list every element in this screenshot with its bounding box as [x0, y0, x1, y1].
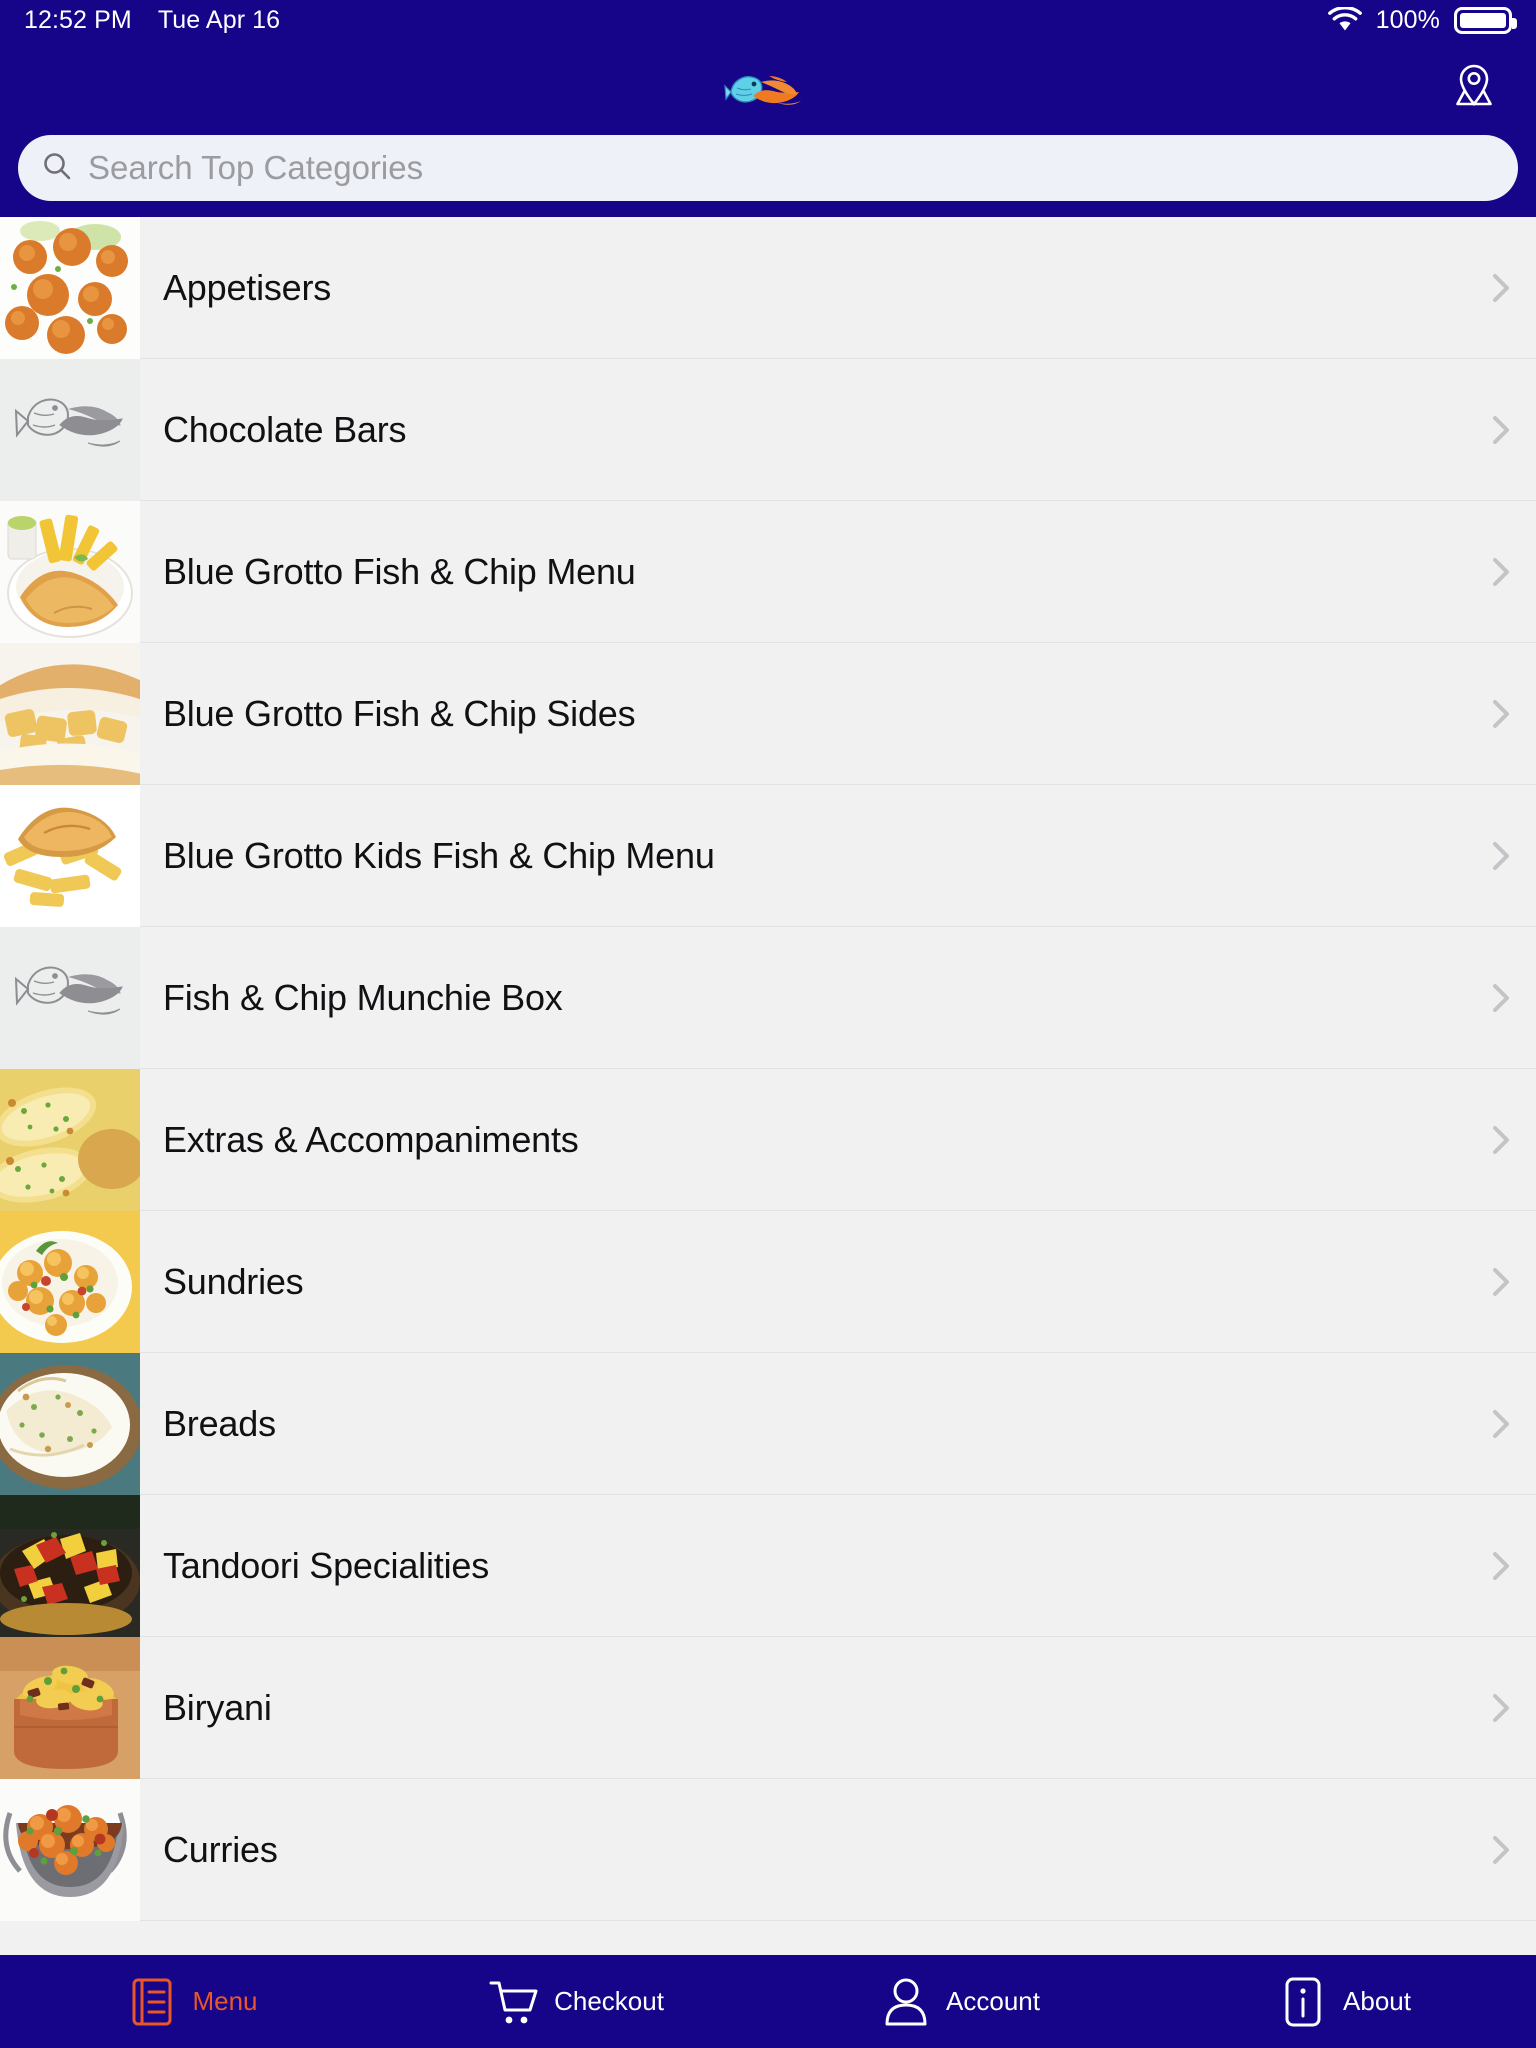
chevron-right-icon — [1466, 1830, 1536, 1870]
bottom-tab-bar: Menu Checkout Account About — [0, 1955, 1536, 2048]
list-item[interactable]: Appetisers — [0, 217, 1536, 359]
search-input[interactable] — [88, 149, 1494, 187]
chevron-right-icon — [1466, 1120, 1536, 1160]
tab-label: About — [1343, 1986, 1411, 2016]
list-item-label: Extras & Accompaniments — [163, 1118, 579, 1160]
list-item-label: Tandoori Specialities — [163, 1544, 489, 1586]
tab-account[interactable]: Account — [768, 1955, 1152, 2048]
fish-and-chips-logo — [723, 58, 813, 118]
chevron-right-icon — [1466, 836, 1536, 876]
chevron-right-icon — [1466, 978, 1536, 1018]
list-item[interactable]: Biryani — [0, 1636, 1536, 1779]
search-icon — [42, 151, 72, 186]
list-item[interactable]: Extras & Accompaniments — [0, 1068, 1536, 1211]
onion-bhaji-photo — [0, 217, 140, 359]
list-item[interactable]: Blue Grotto Fish & Chip Sides — [0, 642, 1536, 785]
battery-full-icon — [1454, 6, 1517, 34]
garlic-bread-photo — [0, 1068, 140, 1211]
curry-balti-dish-photo — [0, 1778, 140, 1921]
chevron-right-icon — [1466, 1404, 1536, 1444]
chevron-right-icon — [1466, 1688, 1536, 1728]
chevron-right-icon — [1466, 694, 1536, 734]
list-item-label: Blue Grotto Fish & Chip Sides — [163, 692, 636, 734]
status-bar-indicators: 100% — [1327, 5, 1517, 35]
shopping-cart-icon — [488, 1976, 540, 2028]
bombay-potato-photo — [0, 1210, 140, 1353]
search-bar[interactable] — [18, 135, 1518, 201]
tab-checkout[interactable]: Checkout — [384, 1955, 768, 2048]
list-item[interactable]: Chocolate Bars — [0, 358, 1536, 501]
list-item[interactable]: Curries — [0, 1778, 1536, 1921]
tab-label: Checkout — [554, 1986, 664, 2016]
tandoori-platter-photo — [0, 1494, 140, 1637]
search-section — [0, 135, 1536, 217]
battery-percent-label: 100% — [1375, 5, 1440, 34]
list-item-label: Fish & Chip Munchie Box — [163, 976, 563, 1018]
tab-label: Account — [946, 1986, 1040, 2016]
category-list[interactable]: Appetisers Chocolate Bars Blue Grotto Fi… — [0, 217, 1536, 1955]
list-item[interactable]: Sundries — [0, 1210, 1536, 1353]
list-item-label: Breads — [163, 1402, 276, 1444]
list-item[interactable]: Blue Grotto Fish & Chip Menu — [0, 500, 1536, 643]
info-icon — [1277, 1976, 1329, 2028]
tab-label: Menu — [192, 1986, 258, 2016]
naan-bread-photo — [0, 1352, 140, 1495]
chevron-right-icon — [1466, 410, 1536, 450]
list-item[interactable]: Tandoori Specialities — [0, 1494, 1536, 1637]
wifi-icon — [1327, 5, 1362, 33]
list-item[interactable]: Fish & Chip Munchie Box — [0, 926, 1536, 1069]
app-screen: 12:52 PM Tue Apr 16 100% Search Top Cate… — [0, 0, 1536, 2048]
fish-placeholder-logo — [0, 358, 140, 501]
chevron-right-icon — [1466, 1262, 1536, 1302]
menu-book-icon — [126, 1976, 178, 2028]
status-bar-date: Tue Apr 16 — [157, 5, 281, 34]
list-item-label: Curries — [163, 1828, 278, 1870]
chip-butty-photo — [0, 642, 140, 785]
map-pin-icon — [1448, 59, 1500, 116]
status-bar: 12:52 PM Tue Apr 16 100% — [0, 0, 1536, 40]
app-header — [0, 40, 1536, 135]
list-item-label: Biryani — [163, 1686, 272, 1728]
list-item-label: Blue Grotto Fish & Chip Menu — [163, 550, 636, 592]
tab-about[interactable]: About — [1152, 1955, 1536, 2048]
list-item[interactable]: Breads — [0, 1352, 1536, 1495]
biryani-pot-photo — [0, 1636, 140, 1779]
list-item-label: Appetisers — [163, 266, 332, 308]
status-bar-time: 12:52 PM — [24, 5, 132, 34]
list-item-label: Blue Grotto Kids Fish & Chip Menu — [163, 834, 715, 876]
chevron-right-icon — [1466, 1546, 1536, 1586]
fish-placeholder-logo — [0, 926, 140, 1069]
person-icon — [880, 1976, 932, 2028]
chevron-right-icon — [1466, 268, 1536, 308]
fish-and-chips-bowl-photo — [0, 500, 140, 643]
list-item-label: Chocolate Bars — [163, 408, 407, 450]
list-item[interactable]: Blue Grotto Kids Fish & Chip Menu — [0, 784, 1536, 927]
kids-fish-and-chips-photo — [0, 784, 140, 927]
location-button[interactable] — [1442, 56, 1506, 120]
chevron-right-icon — [1466, 552, 1536, 592]
tab-menu[interactable]: Menu — [0, 1955, 384, 2048]
list-item-label: Sundries — [163, 1260, 304, 1302]
